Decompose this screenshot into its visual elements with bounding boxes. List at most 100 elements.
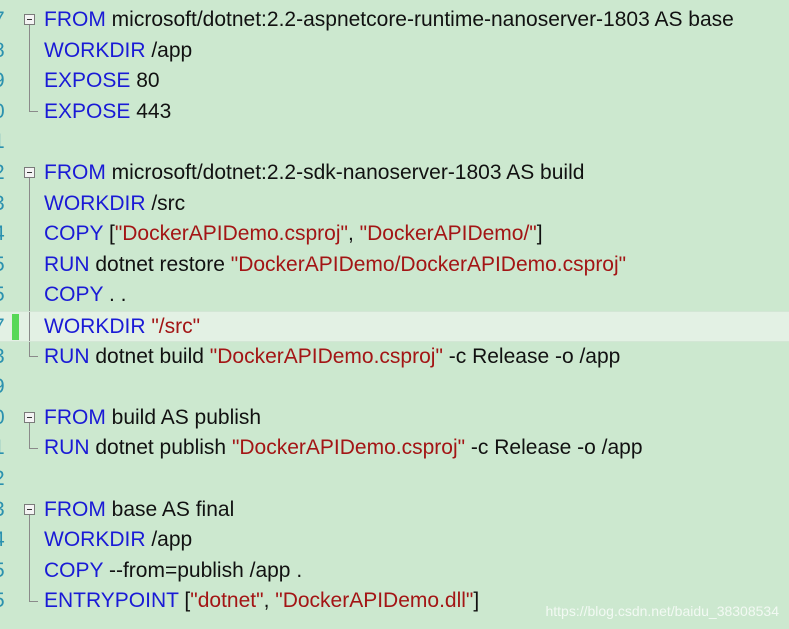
- code-line[interactable]: 9 EXPOSE 80: [0, 66, 789, 97]
- keyword-token: RUN: [44, 344, 90, 368]
- code-editor[interactable]: 7 FROM microsoft/dotnet:2.2-aspnetcore-ru…: [0, 0, 789, 629]
- text-token: 443: [130, 99, 172, 123]
- line-number: 2: [0, 464, 7, 495]
- string-token: "DockerAPIDemo/": [359, 222, 537, 246]
- keyword-token: COPY: [44, 283, 104, 307]
- code-text: WORKDIR /src: [44, 189, 185, 220]
- keyword-token: EXPOSE: [44, 69, 131, 93]
- keyword-token: RUN: [44, 252, 90, 276]
- line-number: 2: [0, 158, 7, 189]
- code-text: FROM base AS final: [44, 495, 234, 526]
- code-text: FROM build AS publish: [44, 403, 261, 434]
- fold-guide-line: [29, 422, 30, 434]
- code-line[interactable]: 7 FROM microsoft/dotnet:2.2-aspnetcore-ru…: [0, 5, 789, 36]
- code-text: FROM microsoft/dotnet:2.2-aspnetcore-run…: [44, 5, 734, 36]
- string-token: "DockerAPIDemo/DockerAPIDemo.csproj": [230, 252, 627, 276]
- code-text: COPY --from=publish /app .: [44, 556, 302, 587]
- line-number: 7: [0, 5, 7, 36]
- code-line[interactable]: 4 COPY ["DockerAPIDemo.csproj", "DockerAP…: [0, 219, 789, 250]
- code-line[interactable]: 5 COPY . .: [0, 280, 789, 311]
- code-line[interactable]: 3 FROM base AS final: [0, 495, 789, 526]
- text-token: dotnet build: [89, 344, 210, 368]
- keyword-token: FROM: [44, 8, 106, 31]
- keyword-token: COPY: [44, 558, 104, 582]
- code-line[interactable]: 2 FROM microsoft/dotnet:2.2-sdk-nanoserve…: [0, 158, 789, 189]
- text-token: ]: [473, 589, 480, 613]
- code-text: WORKDIR /app: [44, 36, 192, 67]
- text-token: base AS final: [105, 497, 235, 521]
- code-text: RUN dotnet publish "DockerAPIDemo.csproj…: [44, 433, 643, 464]
- text-token: /src: [145, 191, 186, 215]
- fold-end-guide: [29, 433, 38, 449]
- line-number: 5: [0, 280, 7, 311]
- code-text: EXPOSE 443: [44, 97, 171, 128]
- line-number: 7: [0, 312, 7, 343]
- keyword-token: WORKDIR: [44, 191, 146, 215]
- keyword-token: FROM: [44, 497, 106, 521]
- code-line[interactable]: 5 COPY --from=publish /app .: [0, 555, 789, 587]
- text-token: -c Release -o /app: [442, 344, 621, 368]
- text-token: ,: [263, 589, 276, 613]
- code-line[interactable]: 5 RUN dotnet restore "DockerAPIDemo/Docke…: [0, 249, 789, 281]
- code-line[interactable]: 4 WORKDIR /app: [0, 525, 789, 556]
- watermark: https://blog.csdn.net/baidu_38308534: [545, 603, 779, 619]
- code-text: ENTRYPOINT ["dotnet", "DockerAPIDemo.dll…: [44, 586, 479, 617]
- code-text: COPY . .: [44, 280, 126, 311]
- line-number: 0: [0, 97, 7, 128]
- code-text: WORKDIR "/src": [44, 312, 200, 343]
- text-token: ]: [536, 222, 543, 246]
- line-number: 3: [0, 189, 7, 220]
- fold-guide-line: [29, 66, 30, 97]
- keyword-token: EXPOSE: [44, 99, 131, 123]
- text-token: --from=publish /app .: [103, 558, 303, 582]
- fold-end-guide: [29, 96, 38, 113]
- text-token: . .: [103, 283, 127, 307]
- current-code-line[interactable]: 7 WORKDIR "/src": [0, 311, 789, 342]
- collapse-icon[interactable]: [24, 503, 35, 515]
- line-number: 5: [0, 586, 7, 617]
- line-number: 3: [0, 495, 7, 526]
- collapse-icon[interactable]: [24, 167, 35, 178]
- collapse-icon[interactable]: [24, 411, 35, 423]
- fold-guide-line: [29, 249, 30, 281]
- fold-guide-line: [29, 219, 30, 250]
- text-token: ,: [347, 222, 360, 246]
- keyword-token: WORKDIR: [44, 528, 146, 552]
- line-number: 9: [0, 372, 7, 403]
- code-line[interactable]: 8 WORKDIR /app: [0, 35, 789, 67]
- text-token: [: [178, 589, 191, 613]
- string-token: "/src": [151, 315, 201, 338]
- code-line[interactable]: 3 WORKDIR /src: [0, 188, 789, 220]
- code-line[interactable]: 2: [0, 464, 789, 495]
- text-token: build AS publish: [105, 405, 262, 429]
- text-token: /app: [145, 38, 193, 62]
- change-marker: [12, 314, 19, 340]
- fold-guide-line: [29, 178, 30, 189]
- fold-guide-line: [29, 525, 30, 556]
- keyword-token: COPY: [44, 222, 104, 246]
- code-line[interactable]: 0 FROM build AS publish: [0, 403, 789, 434]
- text-token: [: [103, 222, 115, 246]
- line-number: 4: [0, 219, 7, 250]
- fold-end-guide: [29, 586, 38, 602]
- code-line[interactable]: 0 EXPOSE 443: [0, 96, 789, 128]
- code-line[interactable]: 1: [0, 127, 789, 158]
- text-token: /app: [145, 528, 193, 552]
- string-token: "dotnet": [190, 589, 264, 613]
- code-text: FROM microsoft/dotnet:2.2-sdk-nanoserver…: [44, 158, 584, 189]
- code-line[interactable]: 1 RUN dotnet publish "DockerAPIDemo.cspro…: [0, 433, 789, 464]
- code-text: EXPOSE 80: [44, 66, 160, 97]
- code-line[interactable]: 3 RUN dotnet build "DockerAPIDemo.csproj"…: [0, 341, 789, 373]
- line-number: 4: [0, 525, 7, 556]
- keyword-token: RUN: [44, 436, 90, 460]
- code-text: RUN dotnet restore "DockerAPIDemo/Docker…: [44, 250, 626, 281]
- text-token: microsoft/dotnet:2.2-sdk-nanoserver-1803…: [105, 161, 585, 184]
- fold-guide-line: [29, 280, 30, 311]
- line-number: 3: [0, 342, 7, 373]
- code-line[interactable]: 9: [0, 372, 789, 403]
- code-text: COPY ["DockerAPIDemo.csproj", "DockerAPI…: [44, 219, 543, 250]
- code-text: RUN dotnet build "DockerAPIDemo.csproj" …: [44, 342, 620, 373]
- code-text: WORKDIR /app: [44, 525, 192, 556]
- text-token: dotnet restore: [89, 252, 231, 276]
- collapse-icon[interactable]: [24, 14, 35, 25]
